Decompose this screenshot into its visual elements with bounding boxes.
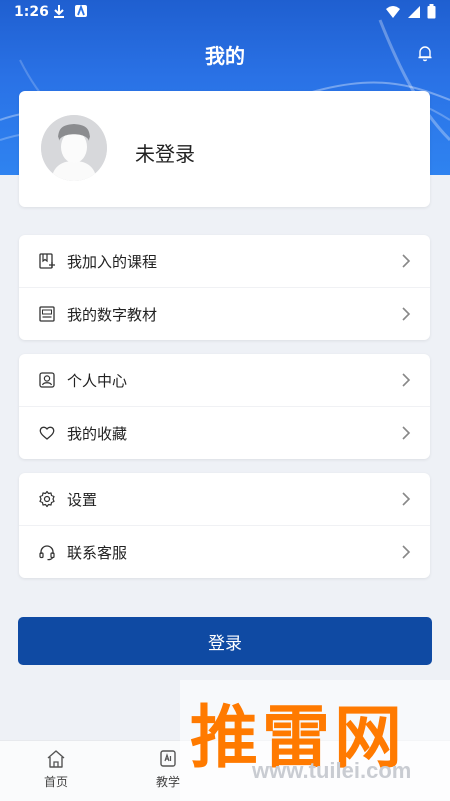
status-bar: 1:26 (0, 0, 450, 26)
chevron-right-icon (402, 426, 411, 440)
tab-home[interactable]: 首页 (21, 749, 91, 790)
download-icon (54, 5, 64, 18)
menu-item-label: 设置 (67, 491, 98, 509)
page-title: 我的 (205, 44, 245, 68)
chevron-right-icon (402, 492, 411, 506)
teaching-icon (160, 750, 176, 767)
menu-item-label: 我加入的课程 (67, 253, 158, 271)
person-icon (39, 372, 55, 388)
headset-icon (39, 545, 55, 561)
menu-item-label: 我的收藏 (67, 425, 128, 443)
chevron-right-icon (402, 307, 411, 321)
signal-icon (408, 5, 420, 18)
notification-app-icon (75, 4, 87, 17)
avatar[interactable] (41, 115, 107, 181)
ebook-icon (39, 306, 55, 322)
menu-item-my-courses[interactable]: 我加入的课程 (19, 235, 430, 288)
watermark-url: www.tuilei.com (252, 758, 412, 783)
menu-item-digital-textbooks[interactable]: 我的数字教材 (19, 288, 430, 340)
gear-icon (39, 490, 55, 508)
bell-icon[interactable] (416, 44, 434, 62)
wifi-icon (386, 5, 400, 18)
chevron-right-icon (402, 373, 411, 387)
default-avatar-icon (41, 115, 107, 181)
chevron-right-icon (402, 545, 411, 559)
menu-item-label: 我的数字教材 (67, 306, 158, 324)
menu-group-personal: 个人中心 我的收藏 (19, 354, 430, 459)
tab-label: 教学 (155, 775, 180, 789)
menu-group-support: 设置 联系客服 (19, 473, 430, 578)
menu-group-learning: 我加入的课程 我的数字教材 (19, 235, 430, 340)
home-icon (47, 750, 65, 768)
heart-icon (39, 426, 55, 440)
menu-item-personal-center[interactable]: 个人中心 (19, 354, 430, 407)
course-icon (39, 253, 55, 269)
menu-item-label: 个人中心 (67, 372, 128, 390)
battery-icon (427, 4, 436, 19)
login-button[interactable]: 登录 (18, 617, 432, 665)
status-time: 1:26 (14, 4, 49, 20)
menu-item-label: 联系客服 (67, 544, 128, 562)
menu-item-customer-service[interactable]: 联系客服 (19, 526, 430, 578)
login-status-label: 未登录 (135, 142, 195, 166)
chevron-right-icon (402, 254, 411, 268)
menu-item-settings[interactable]: 设置 (19, 473, 430, 526)
menu-item-favorites[interactable]: 我的收藏 (19, 407, 430, 459)
profile-card[interactable]: 未登录 (19, 91, 430, 207)
tab-label: 首页 (43, 775, 68, 789)
